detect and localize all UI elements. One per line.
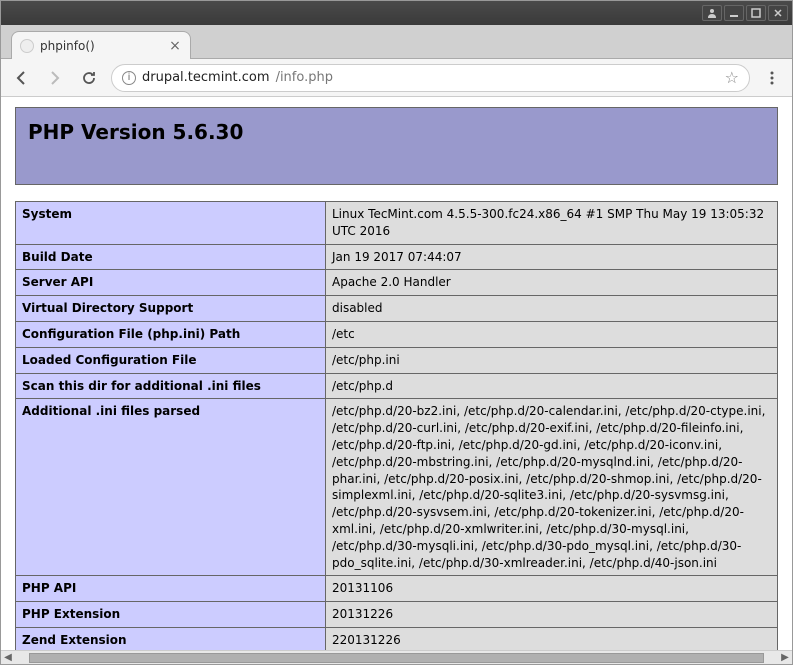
setting-value: 20131106 bbox=[326, 576, 778, 602]
table-row: Additional .ini files parsed/etc/php.d/2… bbox=[16, 399, 778, 576]
table-row: Server APIApache 2.0 Handler bbox=[16, 270, 778, 296]
setting-value: 20131226 bbox=[326, 602, 778, 628]
setting-name: PHP API bbox=[16, 576, 326, 602]
setting-value: 220131226 bbox=[326, 627, 778, 650]
forward-button[interactable] bbox=[43, 66, 67, 90]
page-viewport[interactable]: PHP Version 5.6.30 SystemLinux TecMint.c… bbox=[1, 97, 792, 650]
url-host: drupal.tecmint.com bbox=[142, 70, 270, 85]
table-row: Zend Extension220131226 bbox=[16, 627, 778, 650]
table-row: Configuration File (php.ini) Path/etc bbox=[16, 321, 778, 347]
setting-name: Build Date bbox=[16, 244, 326, 270]
setting-value: /etc/php.d/20-bz2.ini, /etc/php.d/20-cal… bbox=[326, 399, 778, 576]
back-button[interactable] bbox=[9, 66, 33, 90]
setting-value: /etc/php.d bbox=[326, 373, 778, 399]
site-info-icon[interactable]: i bbox=[122, 71, 136, 85]
scroll-left-icon[interactable]: ◀ bbox=[1, 651, 15, 665]
page-title: PHP Version 5.6.30 bbox=[28, 120, 765, 144]
setting-value: disabled bbox=[326, 296, 778, 322]
browser-menu-button[interactable] bbox=[760, 66, 784, 90]
scrollbar-thumb[interactable] bbox=[29, 653, 764, 663]
tab-strip: phpinfo() × bbox=[1, 25, 792, 59]
table-row: PHP Extension20131226 bbox=[16, 602, 778, 628]
setting-name: Server API bbox=[16, 270, 326, 296]
table-row: Build DateJan 19 2017 07:44:07 bbox=[16, 244, 778, 270]
table-row: PHP API20131106 bbox=[16, 576, 778, 602]
setting-value: Linux TecMint.com 4.5.5-300.fc24.x86_64 … bbox=[326, 202, 778, 245]
close-button[interactable] bbox=[768, 5, 788, 21]
setting-name: Configuration File (php.ini) Path bbox=[16, 321, 326, 347]
user-menu-button[interactable] bbox=[702, 5, 722, 21]
php-version-header: PHP Version 5.6.30 bbox=[15, 107, 778, 185]
setting-name: Virtual Directory Support bbox=[16, 296, 326, 322]
setting-value: Apache 2.0 Handler bbox=[326, 270, 778, 296]
url-path: /info.php bbox=[276, 70, 333, 85]
browser-tab[interactable]: phpinfo() × bbox=[11, 31, 191, 59]
setting-name: Additional .ini files parsed bbox=[16, 399, 326, 576]
table-row: Loaded Configuration File/etc/php.ini bbox=[16, 347, 778, 373]
url-input[interactable]: i drupal.tecmint.com/info.php ☆ bbox=[111, 64, 750, 92]
setting-name: System bbox=[16, 202, 326, 245]
setting-value: /etc bbox=[326, 321, 778, 347]
page-content: PHP Version 5.6.30 SystemLinux TecMint.c… bbox=[1, 97, 792, 650]
table-row: SystemLinux TecMint.com 4.5.5-300.fc24.x… bbox=[16, 202, 778, 245]
setting-name: PHP Extension bbox=[16, 602, 326, 628]
tab-title: phpinfo() bbox=[40, 39, 162, 53]
tab-close-icon[interactable]: × bbox=[168, 39, 182, 53]
address-bar: i drupal.tecmint.com/info.php ☆ bbox=[1, 59, 792, 97]
table-row: Scan this dir for additional .ini files/… bbox=[16, 373, 778, 399]
window-titlebar bbox=[1, 1, 792, 25]
setting-name: Scan this dir for additional .ini files bbox=[16, 373, 326, 399]
browser-window: phpinfo() × i drupal.tecmint.com/info.ph… bbox=[0, 0, 793, 665]
setting-value: Jan 19 2017 07:44:07 bbox=[326, 244, 778, 270]
horizontal-scrollbar[interactable]: ◀ ▶ bbox=[1, 650, 792, 664]
setting-name: Loaded Configuration File bbox=[16, 347, 326, 373]
table-row: Virtual Directory Supportdisabled bbox=[16, 296, 778, 322]
phpinfo-table: SystemLinux TecMint.com 4.5.5-300.fc24.x… bbox=[15, 201, 778, 650]
setting-name: Zend Extension bbox=[16, 627, 326, 650]
tab-favicon-icon bbox=[20, 39, 34, 53]
bookmark-icon[interactable]: ☆ bbox=[725, 68, 739, 87]
maximize-button[interactable] bbox=[746, 5, 766, 21]
reload-button[interactable] bbox=[77, 66, 101, 90]
scroll-right-icon[interactable]: ▶ bbox=[778, 651, 792, 665]
setting-value: /etc/php.ini bbox=[326, 347, 778, 373]
minimize-button[interactable] bbox=[724, 5, 744, 21]
